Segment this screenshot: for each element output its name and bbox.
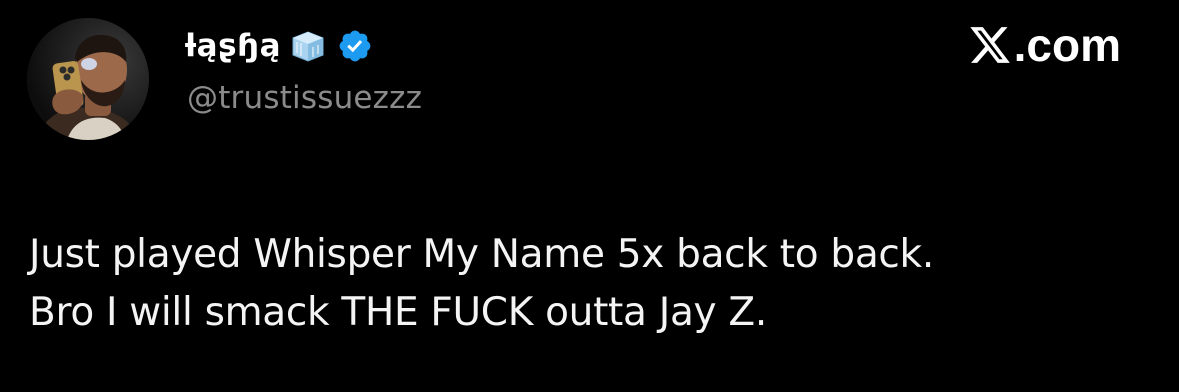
ice-cube-icon <box>289 29 327 63</box>
avatar-photo <box>27 18 149 140</box>
x-com-watermark: .com <box>967 22 1121 68</box>
tweet-line: Just played Whisper My Name 5x back to b… <box>29 232 934 277</box>
verified-badge-icon <box>337 28 373 64</box>
author-name-row: ƚąʂɧą <box>185 24 373 68</box>
display-name[interactable]: ƚąʂɧą <box>185 30 281 62</box>
x-logo-icon <box>967 23 1013 67</box>
tweet-text: Just played Whisper My Name 5x back to b… <box>29 226 1149 342</box>
site-suffix: .com <box>1013 19 1121 71</box>
avatar[interactable] <box>27 18 149 140</box>
author-handle[interactable]: @trustissuezzz <box>187 83 422 114</box>
tweet-card: ƚąʂɧą @trustissuezzz .com Just played Wh <box>0 0 1179 392</box>
tweet-line: Bro I will smack THE FUCK outta Jay Z. <box>29 290 767 335</box>
